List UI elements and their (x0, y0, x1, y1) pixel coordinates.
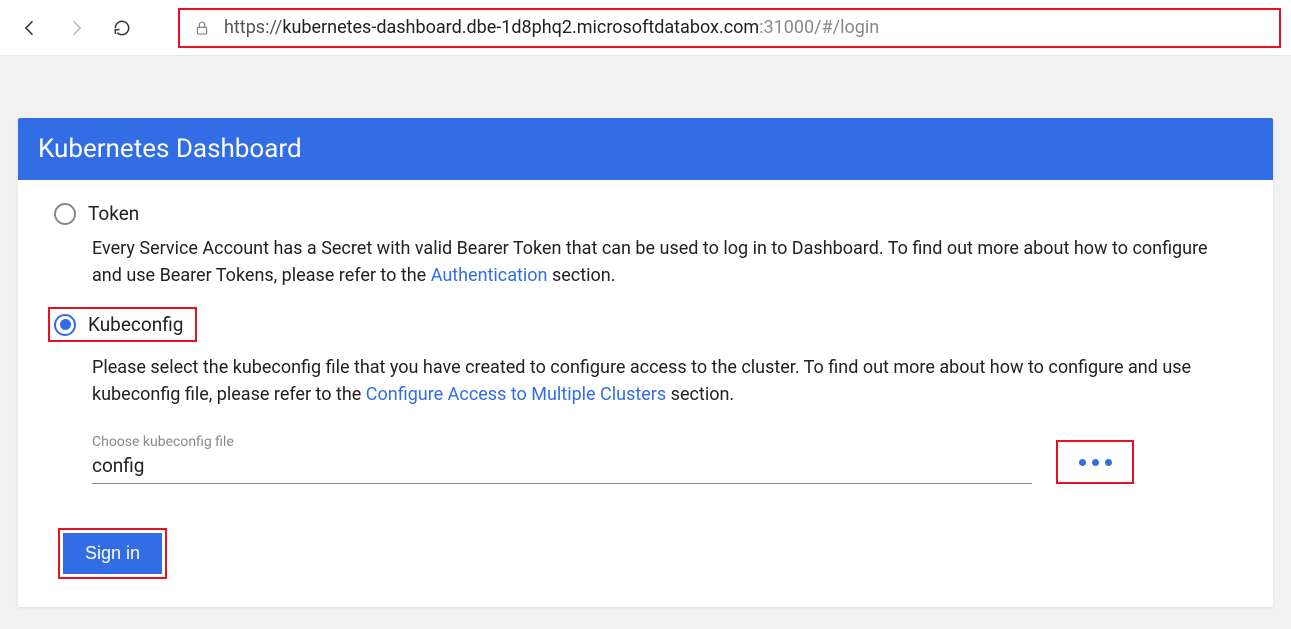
option-label-token: Token (88, 202, 139, 225)
auth-option-kubeconfig: Kubeconfig Please select the kubeconfig … (54, 307, 1237, 484)
actions: Sign in (58, 528, 1237, 579)
highlight-kubeconfig: Kubeconfig (48, 307, 197, 342)
card-title: Kubernetes Dashboard (18, 118, 1273, 180)
refresh-button[interactable] (102, 8, 142, 48)
forward-button[interactable] (56, 8, 96, 48)
auth-option-token: Token Every Service Account has a Secret… (54, 202, 1237, 289)
browser-toolbar: https://kubernetes-dashboard.dbe-1d8phq2… (0, 0, 1291, 56)
login-card: Kubernetes Dashboard Token Every Service… (18, 118, 1273, 607)
link-configure-clusters[interactable]: Configure Access to Multiple Clusters (366, 384, 666, 405)
kubeconfig-file-field: Choose kubeconfig file config (92, 434, 1237, 484)
kubeconfig-file-input[interactable]: Choose kubeconfig file config (92, 434, 1032, 484)
page-content: Kubernetes Dashboard Token Every Service… (0, 56, 1291, 629)
file-float-label: Choose kubeconfig file (92, 434, 1032, 450)
url-text: https://kubernetes-dashboard.dbe-1d8phq2… (224, 17, 879, 38)
file-value: config (92, 454, 1032, 484)
link-authentication[interactable]: Authentication (431, 265, 548, 286)
option-label-kubeconfig: Kubeconfig (88, 313, 183, 336)
lock-icon (194, 19, 210, 37)
radio-token[interactable] (54, 203, 76, 225)
radio-kubeconfig[interactable] (54, 314, 76, 336)
address-bar[interactable]: https://kubernetes-dashboard.dbe-1d8phq2… (178, 8, 1281, 48)
signin-button[interactable]: Sign in (63, 533, 162, 574)
highlight-signin: Sign in (58, 528, 167, 579)
option-desc-token: Every Service Account has a Secret with … (92, 235, 1217, 289)
choose-file-button[interactable] (1056, 440, 1134, 484)
option-desc-kubeconfig: Please select the kubeconfig file that y… (92, 354, 1217, 408)
back-button[interactable] (10, 8, 50, 48)
